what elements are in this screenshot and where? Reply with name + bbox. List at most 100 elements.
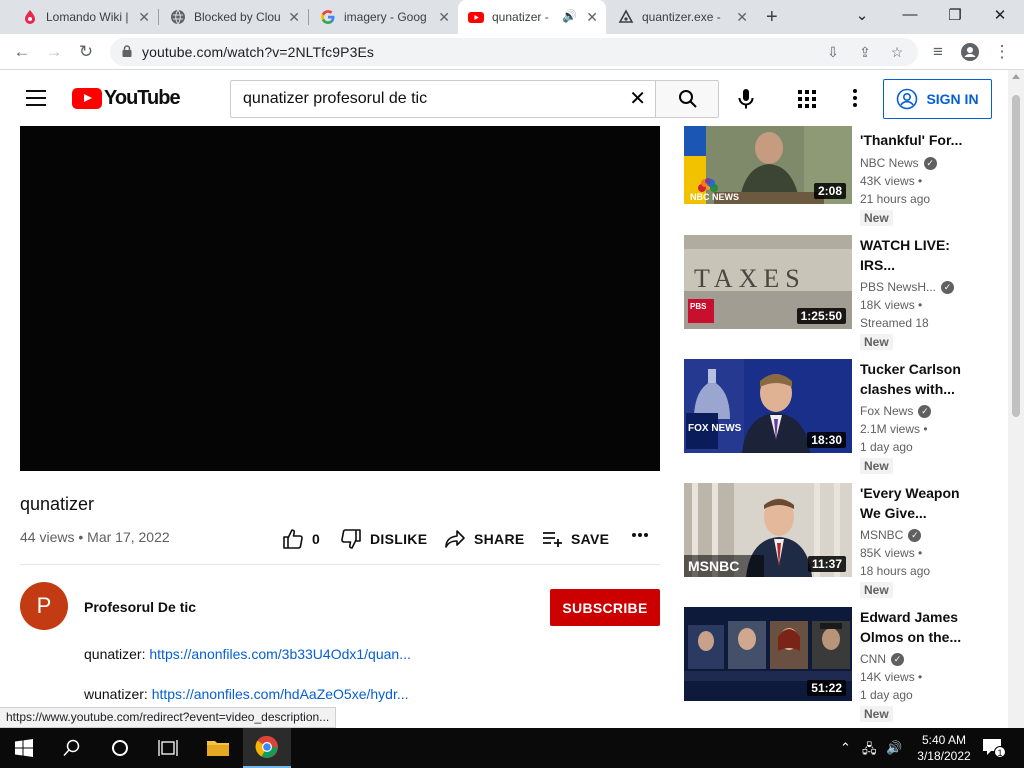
- video-thumbnail[interactable]: NBC NEWS 2:08: [684, 126, 852, 204]
- search-input[interactable]: qunatizer profesorul de tic ✕: [230, 80, 656, 118]
- media-control-icon[interactable]: ≡: [928, 42, 948, 62]
- system-clock[interactable]: 5:40 AM 3/18/2022: [912, 732, 976, 764]
- video-thumbnail[interactable]: FOX NEWS 18:30: [684, 359, 852, 453]
- profile-icon[interactable]: [960, 42, 980, 62]
- verified-check-icon: ✓: [923, 156, 937, 170]
- tab-qunatizer-active[interactable]: qunatizer - 🔊 ✕: [458, 0, 606, 34]
- tab-close-icon[interactable]: ✕: [288, 9, 300, 25]
- tab-close-icon[interactable]: ✕: [438, 9, 450, 25]
- thumbs-down-icon: [341, 529, 361, 549]
- video-title[interactable]: 'Thankful' For...: [860, 130, 980, 150]
- show-hidden-icons-chevron-icon[interactable]: ⌃: [840, 740, 851, 756]
- description-link[interactable]: https://anonfiles.com/hdAaZeO5xe/hydr...: [152, 686, 409, 702]
- tab-close-icon[interactable]: ✕: [736, 9, 748, 25]
- chrome-menu-icon[interactable]: ⋮: [992, 42, 1012, 62]
- video-thumbnail[interactable]: MSNBC 11:37: [684, 483, 852, 577]
- playlist-add-icon: [543, 532, 562, 547]
- back-button[interactable]: ←: [12, 42, 32, 62]
- tab-lomando[interactable]: Lomando Wiki | ✕: [12, 0, 158, 34]
- save-button[interactable]: SAVE: [541, 528, 609, 550]
- reload-button[interactable]: ↻: [76, 42, 96, 62]
- verified-check-icon: ✓: [941, 280, 955, 294]
- upload-date: Mar 17, 2022: [87, 529, 170, 545]
- forward-button[interactable]: →: [44, 42, 64, 62]
- save-label: SAVE: [571, 531, 610, 547]
- channel-name[interactable]: MSNBC ✓: [860, 528, 922, 542]
- video-title[interactable]: Edward James Olmos on the...: [860, 607, 980, 647]
- like-button[interactable]: 0: [282, 528, 320, 550]
- volume-icon[interactable]: 🔊: [886, 740, 902, 756]
- close-window-button[interactable]: ✕: [990, 6, 1010, 24]
- channel-name[interactable]: Profesorul De tic: [84, 599, 196, 615]
- recommended-video[interactable]: TAXES PBS 1:25:50 WATCH LIVE: IRS... PBS…: [684, 235, 1004, 350]
- apps-grid-icon[interactable]: [798, 90, 816, 108]
- view-count: 18K views •: [860, 298, 923, 312]
- verified-check-icon: ✓: [918, 404, 932, 418]
- publish-time: 1 day ago: [860, 688, 913, 702]
- task-view-button[interactable]: [144, 728, 192, 768]
- audio-playing-icon[interactable]: 🔊: [562, 9, 577, 23]
- recommended-video[interactable]: NBC NEWS 2:08 'Thankful' For... NBC News…: [684, 126, 1004, 226]
- settings-more-icon[interactable]: [852, 88, 858, 108]
- channel-label: PBS NewsH...: [860, 280, 937, 294]
- tab-close-icon[interactable]: ✕: [586, 9, 598, 25]
- channel-avatar[interactable]: P: [20, 582, 68, 630]
- tab-search-chevron-icon[interactable]: ⌄: [852, 6, 872, 24]
- taskbar-search-button[interactable]: [48, 728, 96, 768]
- video-player[interactable]: [20, 126, 660, 471]
- video-thumbnail[interactable]: 51:22: [684, 607, 852, 701]
- lomando-icon: [25, 10, 35, 24]
- hamburger-menu-icon[interactable]: [26, 90, 46, 106]
- new-badge: New: [860, 210, 893, 226]
- chrome-taskbar-button[interactable]: [243, 728, 291, 768]
- publish-time: 21 hours ago: [860, 192, 931, 206]
- notification-center-button[interactable]: 1: [982, 738, 1006, 758]
- anonfiles-icon: [618, 9, 634, 23]
- dislike-button[interactable]: DISLIKE: [340, 528, 427, 550]
- page-scrollbar[interactable]: [1008, 70, 1024, 728]
- cortana-button[interactable]: [96, 728, 144, 768]
- new-badge: New: [860, 458, 893, 474]
- scroll-up-arrow-icon[interactable]: [1012, 74, 1020, 79]
- microphone-icon[interactable]: [736, 88, 756, 110]
- minimize-button[interactable]: —: [900, 6, 920, 23]
- clear-search-icon[interactable]: ✕: [629, 88, 646, 110]
- video-thumbnail[interactable]: TAXES PBS 1:25:50: [684, 235, 852, 329]
- address-bar[interactable]: youtube.com/watch?v=2NLTfc9P3Es ⇩ ⇪ ☆: [110, 38, 918, 66]
- subscribe-button[interactable]: SUBSCRIBE: [550, 589, 660, 626]
- tab-close-icon[interactable]: ✕: [138, 9, 150, 25]
- search-icon: [679, 90, 697, 108]
- restore-button[interactable]: ❐: [945, 6, 965, 24]
- scrollbar-thumb[interactable]: [1012, 95, 1020, 417]
- video-title[interactable]: Tucker Carlson clashes with...: [860, 359, 980, 399]
- install-app-icon[interactable]: ⇩: [824, 43, 842, 61]
- description-link[interactable]: https://anonfiles.com/3b33U4Odx1/quan...: [149, 646, 411, 662]
- channel-name[interactable]: Fox News ✓: [860, 404, 932, 418]
- channel-name[interactable]: CNN ✓: [860, 652, 904, 666]
- share-icon[interactable]: ⇪: [856, 43, 874, 61]
- view-count: 44 views: [20, 529, 75, 545]
- sign-in-button[interactable]: SIGN IN: [883, 79, 992, 119]
- windows-start-button[interactable]: [0, 728, 48, 768]
- recommended-video[interactable]: FOX NEWS 18:30 Tucker Carlson clashes wi…: [684, 359, 1004, 474]
- lock-icon: [122, 45, 132, 57]
- file-explorer-button[interactable]: [194, 728, 242, 768]
- search-button[interactable]: [655, 80, 719, 118]
- video-title[interactable]: WATCH LIVE: IRS...: [860, 235, 980, 275]
- channel-name[interactable]: PBS NewsH... ✓: [860, 280, 955, 294]
- account-circle-icon: [897, 88, 918, 110]
- recommended-video[interactable]: 51:22 Edward James Olmos on the... CNN ✓ …: [684, 607, 1004, 722]
- video-title[interactable]: 'Every Weapon We Give...: [860, 483, 980, 523]
- share-button[interactable]: SHARE: [444, 528, 525, 550]
- channel-name[interactable]: NBC News ✓: [860, 156, 937, 170]
- tab-blocked[interactable]: Blocked by Clou ✕: [160, 0, 308, 34]
- network-icon[interactable]: 🖧: [862, 740, 877, 762]
- bookmark-star-icon[interactable]: ☆: [888, 43, 906, 61]
- youtube-logo[interactable]: YouTube: [72, 87, 181, 109]
- video-duration: 1:25:50: [796, 308, 846, 324]
- more-actions-button[interactable]: [631, 532, 657, 538]
- tab-imagery[interactable]: imagery - Goog ✕: [310, 0, 458, 34]
- recommended-video[interactable]: MSNBC 11:37 'Every Weapon We Give... MSN…: [684, 483, 1004, 598]
- tab-quantizer-exe[interactable]: quantizer.exe - ✕: [608, 0, 756, 34]
- new-tab-button[interactable]: +: [766, 7, 778, 27]
